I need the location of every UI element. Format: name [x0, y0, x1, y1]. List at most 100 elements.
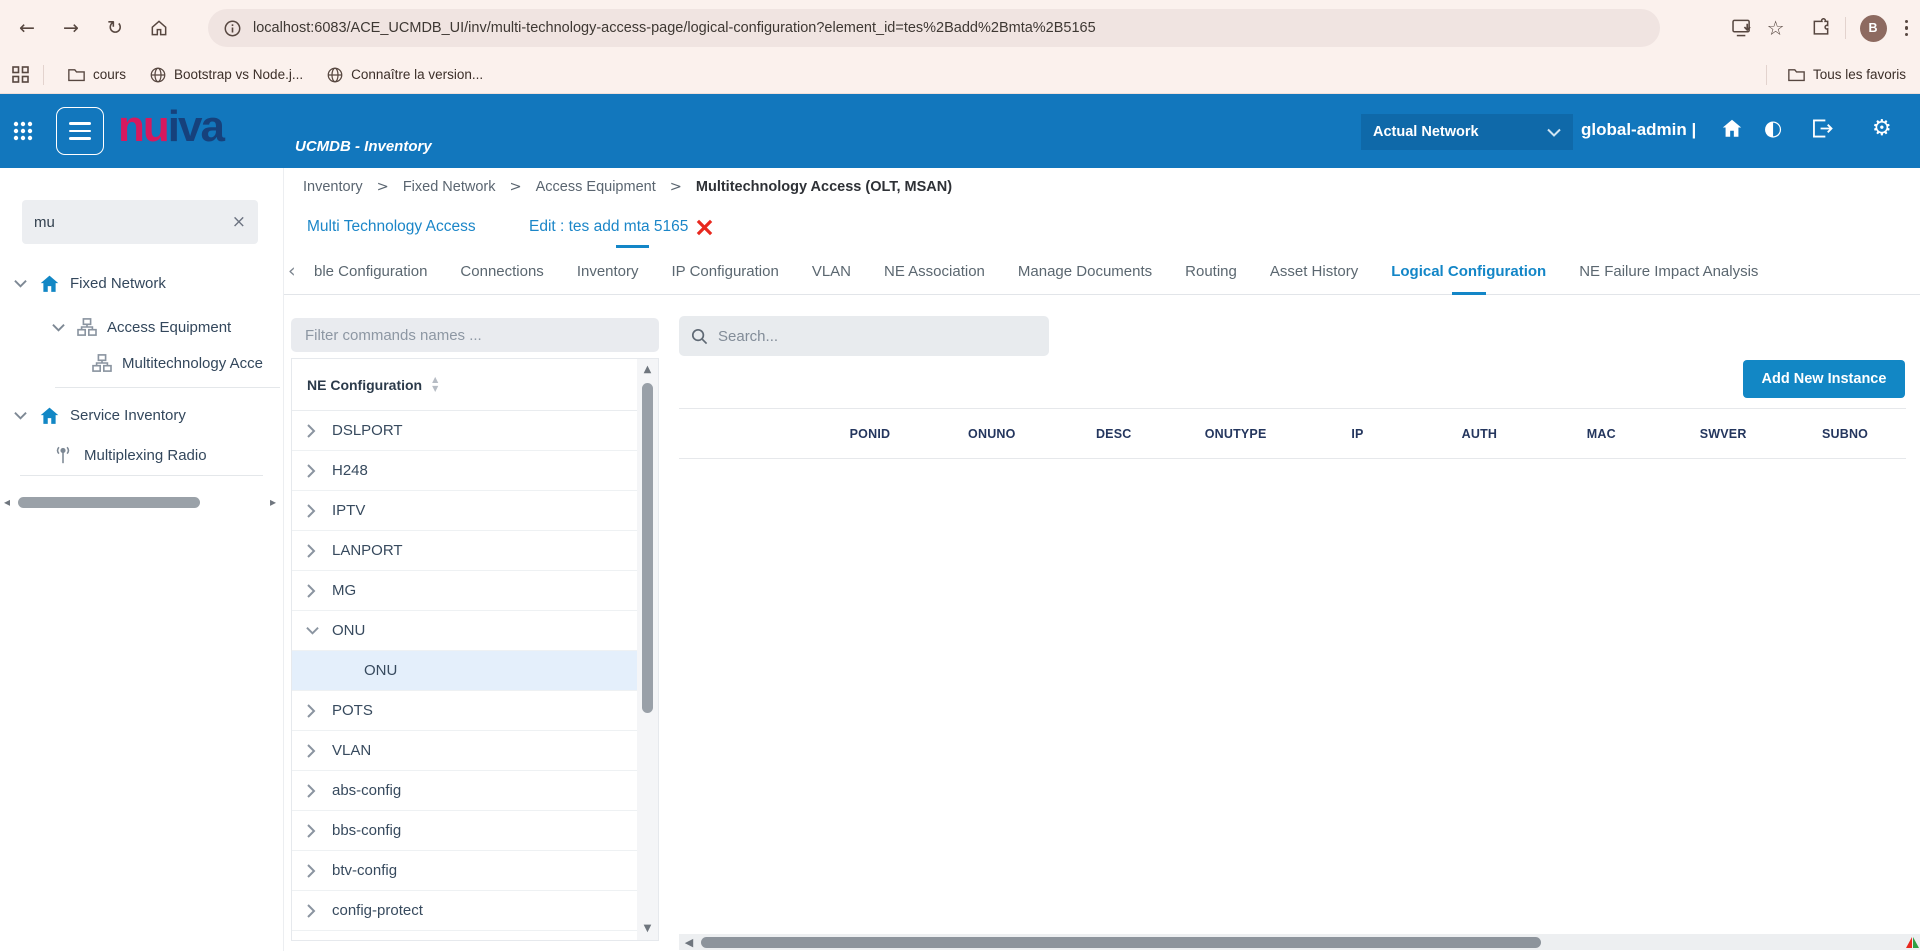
breadcrumb-item[interactable]: Access Equipment: [536, 179, 656, 195]
instances-search-input[interactable]: [718, 328, 1018, 345]
column-onutype[interactable]: ONUTYPE: [1175, 427, 1297, 441]
contrast-icon[interactable]: ◐: [1764, 118, 1782, 139]
breadcrumb-item[interactable]: Inventory: [303, 179, 363, 195]
network-selector[interactable]: Actual Network: [1361, 114, 1573, 150]
scrollbar-thumb[interactable]: [701, 937, 1541, 948]
chevron-right-icon: [306, 704, 316, 718]
commands-vertical-scrollbar[interactable]: ▲ ▼: [637, 359, 658, 940]
url-bar[interactable]: localhost:6083/ACE_UCMDB_UI/inv/multi-te…: [208, 9, 1660, 47]
clear-search-icon[interactable]: ×: [232, 214, 246, 231]
browser-menu-icon[interactable]: [1901, 16, 1913, 41]
sidebar-horizontal-scrollbar[interactable]: ◂ ▸: [0, 494, 283, 510]
site-info-icon[interactable]: [224, 20, 241, 37]
extensions-icon[interactable]: [1811, 18, 1831, 38]
column-desc[interactable]: DESC: [1053, 427, 1175, 441]
add-new-instance-button[interactable]: Add New Instance: [1743, 360, 1905, 398]
command-node-h248[interactable]: H248: [292, 451, 638, 491]
sidebar-item-access-equipment[interactable]: Access Equipment: [52, 312, 231, 342]
command-node-iptv[interactable]: IPTV: [292, 491, 638, 531]
menu-hamburger-button[interactable]: [56, 107, 104, 155]
command-node-pots[interactable]: POTS: [292, 691, 638, 731]
tab-ip-configuration[interactable]: IP Configuration: [672, 248, 779, 295]
instances-horizontal-scrollbar[interactable]: ◀: [679, 934, 1920, 950]
column-subno[interactable]: SUBNO: [1784, 427, 1906, 441]
bookmark-item-bootstrap[interactable]: Bootstrap vs Node.j...: [150, 67, 303, 83]
scroll-left-icon[interactable]: ◂: [0, 496, 14, 508]
tab-ne-failure-impact-analysis[interactable]: NE Failure Impact Analysis: [1579, 248, 1758, 295]
sidebar-item-multiplexing-radio[interactable]: Multiplexing Radio: [52, 440, 207, 470]
filter-commands-input[interactable]: [291, 318, 659, 352]
sidebar-item-multitechnology-access[interactable]: Multitechnology Acce: [92, 348, 263, 378]
tab-logical-configuration[interactable]: Logical Configuration: [1391, 248, 1546, 295]
breadcrumb-separator: >: [670, 180, 682, 195]
home-icon[interactable]: [1721, 118, 1743, 138]
command-node-bbs-config[interactable]: bbs-config: [292, 811, 638, 851]
folder-icon: [68, 67, 85, 82]
scroll-down-icon[interactable]: ▼: [637, 924, 658, 934]
folder-icon: [1788, 67, 1805, 82]
bookmark-star-icon[interactable]: ☆: [1767, 18, 1785, 38]
profile-avatar[interactable]: B: [1860, 15, 1887, 42]
breadcrumb-separator: >: [509, 180, 521, 195]
apps-grid-icon[interactable]: [12, 120, 34, 142]
command-node-btv-config[interactable]: btv-config: [292, 851, 638, 891]
column-mac[interactable]: MAC: [1540, 427, 1662, 441]
breadcrumb-item[interactable]: Fixed Network: [403, 179, 496, 195]
tab-vlan[interactable]: VLAN: [812, 248, 851, 295]
command-node-config-protect[interactable]: config-protect: [292, 891, 638, 931]
command-node-lanport[interactable]: LANPORT: [292, 531, 638, 571]
tab-routing[interactable]: Routing: [1185, 248, 1237, 295]
column-ip[interactable]: IP: [1297, 427, 1419, 441]
command-node-mg[interactable]: MG: [292, 571, 638, 611]
scrollbar-thumb[interactable]: [18, 497, 200, 508]
tab-asset-history[interactable]: Asset History: [1270, 248, 1358, 295]
column-ponid[interactable]: PONID: [809, 427, 931, 441]
tab-cable-configuration[interactable]: ble Configuration: [314, 248, 427, 295]
instances-search[interactable]: [679, 316, 1049, 356]
chevron-right-icon: [306, 744, 316, 758]
chevron-right-icon: [306, 464, 316, 478]
scroll-left-icon[interactable]: ◀: [679, 937, 699, 948]
forward-icon[interactable]: →: [54, 11, 88, 45]
tab-manage-documents[interactable]: Manage Documents: [1018, 248, 1152, 295]
column-auth[interactable]: AUTH: [1418, 427, 1540, 441]
globe-icon: [150, 67, 166, 83]
back-icon[interactable]: ←: [10, 11, 44, 45]
close-tab-icon[interactable]: [696, 219, 713, 236]
all-bookmarks[interactable]: Tous les favoris: [1788, 67, 1906, 82]
column-swver[interactable]: SWVER: [1662, 427, 1784, 441]
scrollbar-thumb[interactable]: [642, 383, 653, 713]
home-icon: [39, 274, 60, 293]
command-node-onu[interactable]: ONU: [292, 611, 638, 651]
sidebar-search-input[interactable]: [34, 214, 214, 231]
tab-edit-instance[interactable]: Edit : tes add mta 5165: [529, 206, 713, 248]
tab-inventory[interactable]: Inventory: [577, 248, 639, 295]
sidebar-search[interactable]: ×: [22, 200, 258, 244]
command-node-vlan[interactable]: VLAN: [292, 731, 638, 771]
sidebar-item-fixed-network[interactable]: Fixed Network: [14, 268, 166, 298]
chevron-down-icon: [1547, 128, 1561, 137]
column-onuno[interactable]: ONUNO: [931, 427, 1053, 441]
tab-multi-technology-access[interactable]: Multi Technology Access: [307, 206, 476, 248]
tab-connections[interactable]: Connections: [460, 248, 543, 295]
tab-groups-icon[interactable]: [12, 66, 29, 83]
logout-icon[interactable]: [1812, 119, 1833, 138]
install-icon[interactable]: [1732, 19, 1753, 37]
sidebar-item-service-inventory[interactable]: Service Inventory: [14, 400, 186, 430]
command-node-abs-config[interactable]: abs-config: [292, 771, 638, 811]
commands-group-header[interactable]: NE Configuration ▲▼: [292, 359, 658, 411]
settings-gear-icon[interactable]: ⚙: [1872, 118, 1892, 140]
command-node-dslport[interactable]: DSLPORT: [292, 411, 638, 451]
tabs-scroll-left-icon[interactable]: ‹: [288, 262, 296, 281]
tab-ne-association[interactable]: NE Association: [884, 248, 985, 295]
bookmark-item-connaitre[interactable]: Connaître la version...: [327, 67, 483, 83]
bookmark-item-cours[interactable]: cours: [68, 67, 126, 82]
scroll-up-icon[interactable]: ▲: [637, 365, 658, 375]
command-node-onu-child-selected[interactable]: ONU: [292, 651, 638, 691]
scroll-right-icon[interactable]: ▸: [266, 496, 280, 508]
sort-icon[interactable]: ▲▼: [432, 376, 438, 393]
reload-icon[interactable]: ↻: [98, 11, 132, 45]
home-icon[interactable]: [142, 11, 176, 45]
chevron-right-icon: [306, 584, 316, 598]
home-icon: [39, 406, 60, 425]
